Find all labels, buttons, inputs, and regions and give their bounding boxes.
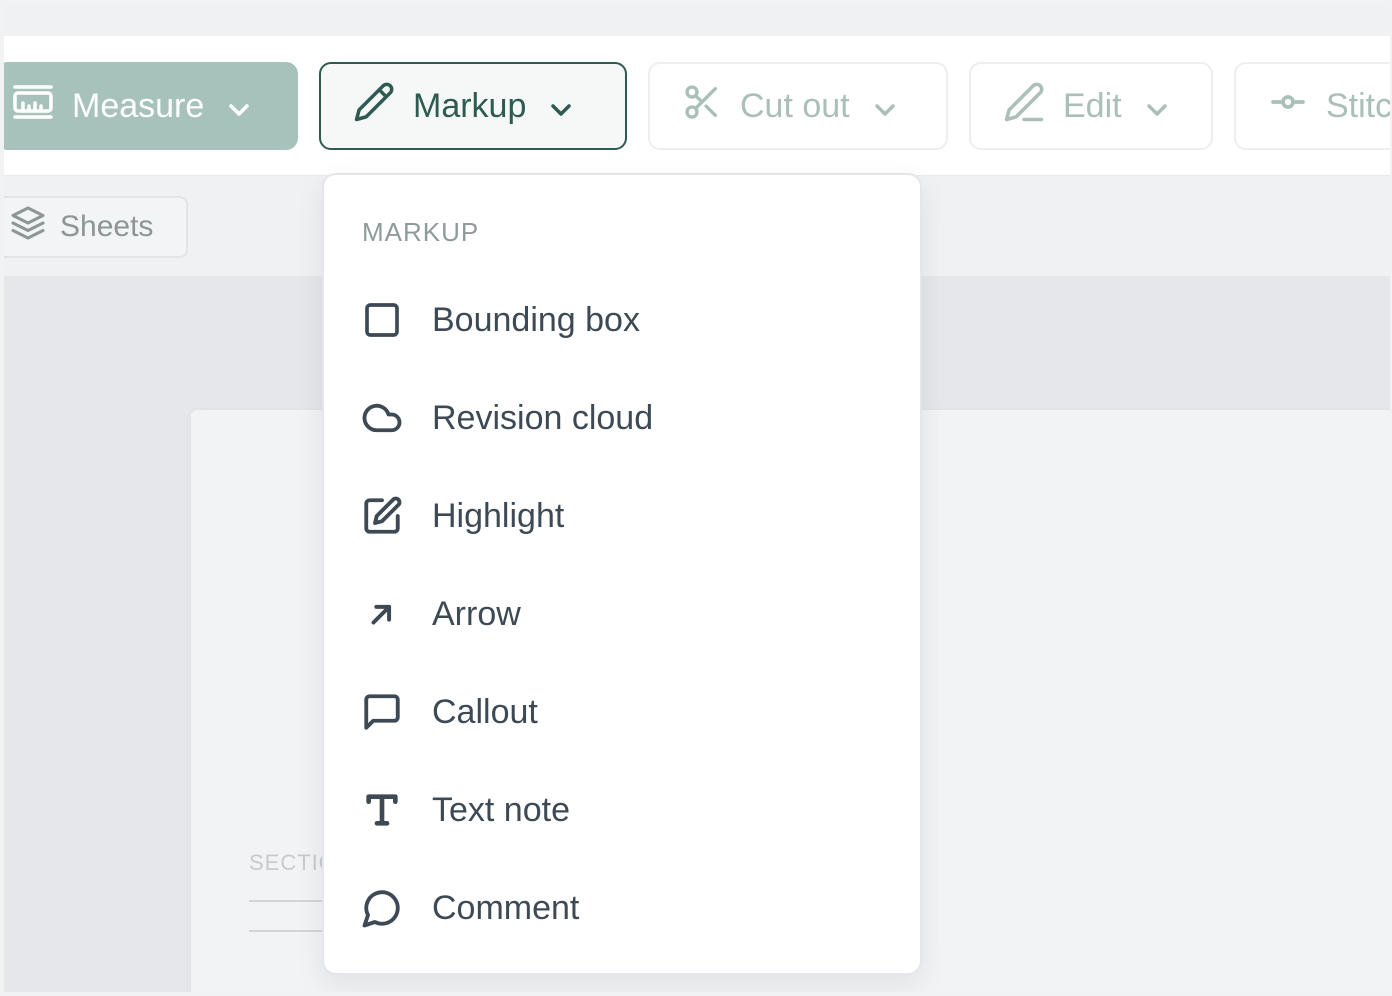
layers-icon [10, 205, 46, 249]
menu-item-callout[interactable]: Callout [324, 677, 920, 747]
top-strip [4, 4, 1390, 36]
markup-button[interactable]: Markup [319, 62, 627, 150]
chevron-down-icon [228, 87, 250, 126]
menu-item-label: Arrow [432, 594, 521, 633]
scissors-icon [682, 82, 722, 131]
menu-item-text-note[interactable]: Text note [324, 775, 920, 845]
measure-button[interactable]: Measure [4, 62, 298, 150]
pen-icon [1003, 81, 1045, 132]
markup-dropdown-menu: MARKUP Bounding box Revision cloud Highl… [322, 173, 922, 975]
cut-out-label: Cut out [740, 86, 850, 125]
edit-label: Edit [1063, 86, 1122, 125]
menu-item-revision-cloud[interactable]: Revision cloud [324, 383, 920, 453]
menu-item-label: Revision cloud [432, 398, 654, 437]
menu-item-arrow[interactable]: Arrow [324, 579, 920, 649]
commit-icon [1268, 82, 1308, 131]
message-circle-icon [360, 886, 404, 930]
cloud-icon [360, 396, 404, 440]
app-frame: Measure Markup Cut out Edit Stitc Sheets… [4, 4, 1390, 992]
markup-label: Markup [413, 86, 527, 125]
chevron-down-icon [550, 87, 572, 126]
sheet-line [249, 930, 329, 932]
toolbar: Measure Markup Cut out Edit Stitc [4, 36, 1390, 176]
measure-label: Measure [72, 86, 205, 125]
sheet-line [249, 900, 329, 902]
chevron-down-icon [874, 87, 896, 126]
menu-item-bounding-box[interactable]: Bounding box [324, 285, 920, 355]
sheets-label: Sheets [60, 210, 154, 243]
menu-item-label: Bounding box [432, 300, 640, 339]
menu-header: MARKUP [362, 217, 480, 247]
cut-out-button[interactable]: Cut out [648, 62, 948, 150]
arrow-up-right-icon [360, 592, 404, 636]
menu-item-comment[interactable]: Comment [324, 873, 920, 943]
menu-item-label: Callout [432, 692, 538, 731]
menu-item-label: Comment [432, 888, 580, 927]
menu-item-highlight[interactable]: Highlight [324, 481, 920, 551]
chevron-down-icon [1146, 87, 1168, 126]
square-icon [360, 298, 404, 342]
menu-item-label: Text note [432, 790, 570, 829]
edit-square-icon [360, 494, 404, 538]
message-square-icon [360, 690, 404, 734]
type-icon [360, 788, 404, 832]
stitch-button[interactable]: Stitc [1234, 62, 1390, 150]
menu-item-label: Highlight [432, 496, 565, 535]
pencil-icon [353, 81, 395, 132]
ruler-icon [12, 84, 54, 129]
stitch-label: Stitc [1326, 86, 1390, 125]
sheets-button[interactable]: Sheets [4, 196, 188, 258]
edit-button[interactable]: Edit [969, 62, 1213, 150]
